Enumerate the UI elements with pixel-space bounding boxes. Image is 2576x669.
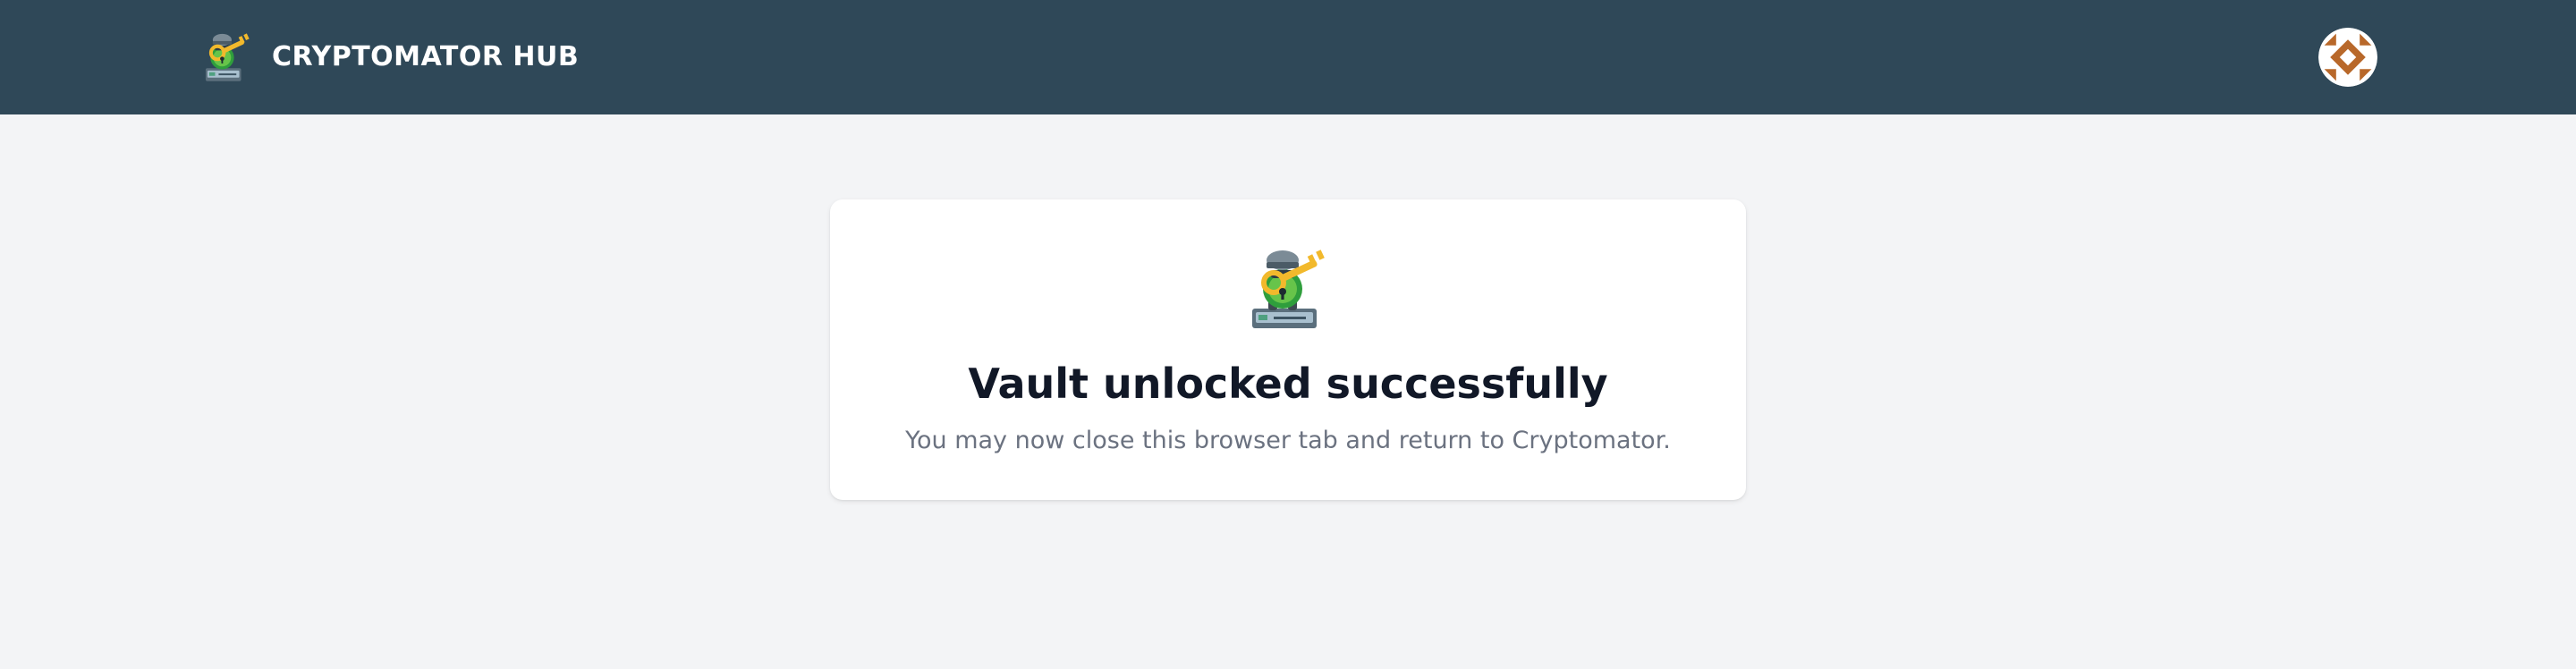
cryptomator-logo-icon [205, 33, 250, 81]
top-navigation-bar: CRYPTOMATOR HUB [0, 0, 2576, 114]
success-title: Vault unlocked successfully [968, 360, 1608, 408]
unlock-success-card: Vault unlocked successfully You may now … [830, 199, 1746, 500]
user-avatar-icon[interactable] [2318, 28, 2377, 87]
brand-name: CRYPTOMATOR HUB [272, 40, 580, 72]
cryptomator-bot-key-icon [1252, 250, 1325, 328]
success-message: You may now close this browser tab and r… [905, 427, 1671, 454]
brand-home-link[interactable]: CRYPTOMATOR HUB [199, 27, 579, 86]
